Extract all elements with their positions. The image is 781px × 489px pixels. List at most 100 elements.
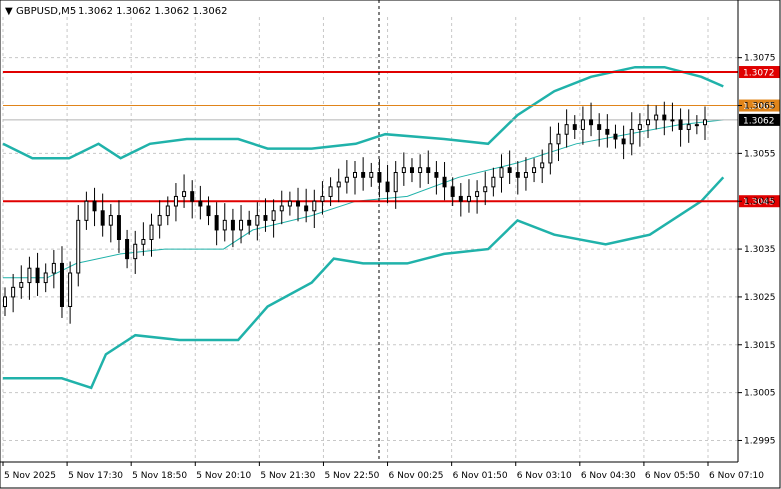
candle-body bbox=[247, 219, 252, 226]
y-tick-label: 1.2995 bbox=[744, 436, 776, 446]
level-label: 1.3072 bbox=[743, 69, 775, 79]
chart-background bbox=[0, 0, 781, 489]
candle-body bbox=[3, 296, 7, 307]
price-chart[interactable]: 1.30721.30651.30621.3045 1.30751.30651.3… bbox=[0, 0, 781, 489]
candle-body bbox=[548, 143, 553, 164]
candle-body bbox=[230, 219, 235, 231]
candle-body bbox=[100, 210, 105, 226]
candle-body bbox=[621, 138, 626, 145]
candle-body bbox=[466, 195, 471, 202]
candle-body bbox=[328, 186, 333, 197]
candle-body bbox=[523, 172, 528, 178]
candle-body bbox=[662, 114, 667, 121]
candle-body bbox=[182, 191, 187, 197]
candle-body bbox=[686, 124, 691, 130]
candle-body bbox=[442, 176, 447, 188]
candle-body bbox=[369, 172, 374, 178]
x-tick-label: 6 Nov 07:10 bbox=[709, 471, 764, 481]
candle-body bbox=[157, 215, 162, 226]
candle-body bbox=[296, 200, 301, 207]
candle-body bbox=[149, 224, 154, 240]
x-tick-label: 6 Nov 04:30 bbox=[581, 471, 636, 481]
candle-body bbox=[312, 200, 317, 212]
candle-body bbox=[76, 219, 81, 274]
header-arrow-icon: ▼ bbox=[5, 6, 13, 17]
x-tick-label: 6 Nov 00:25 bbox=[389, 471, 444, 481]
y-tick-label: 1.3055 bbox=[744, 149, 776, 159]
candle-body bbox=[116, 215, 121, 241]
candle-body bbox=[385, 181, 390, 193]
candle-body bbox=[572, 124, 577, 130]
x-tick-label: 5 Nov 22:50 bbox=[324, 471, 379, 481]
ohlc-values: 1.3062 1.3062 1.3062 1.3062 bbox=[78, 6, 228, 17]
candle-body bbox=[304, 205, 309, 212]
candle-body bbox=[393, 172, 398, 193]
candle-body bbox=[165, 205, 170, 217]
candle-body bbox=[11, 286, 16, 298]
candle-body bbox=[613, 133, 618, 140]
candle-body bbox=[320, 195, 325, 202]
candle-body bbox=[27, 267, 32, 284]
candle-body bbox=[694, 124, 699, 127]
candle-body bbox=[141, 239, 146, 245]
y-tick-label: 1.3015 bbox=[744, 341, 776, 351]
x-tick-label: 5 Nov 18:50 bbox=[132, 471, 187, 481]
x-tick-label: 6 Nov 03:10 bbox=[517, 471, 572, 481]
x-tick-label: 6 Nov 01:50 bbox=[453, 471, 508, 481]
candle-body bbox=[353, 172, 357, 178]
candle-body bbox=[108, 215, 113, 226]
candle-body bbox=[646, 119, 651, 126]
candle-body bbox=[198, 200, 203, 207]
candle-body bbox=[564, 124, 569, 135]
candle-body bbox=[68, 272, 73, 307]
x-tick-label: 5 Nov 2025 bbox=[4, 471, 56, 481]
candle-body bbox=[409, 167, 414, 174]
candle-body bbox=[206, 205, 211, 217]
candle-body bbox=[597, 124, 602, 130]
candle-body bbox=[458, 195, 463, 202]
candle-body bbox=[377, 172, 382, 183]
candle-body bbox=[483, 186, 488, 193]
candle-body bbox=[589, 119, 594, 126]
candle-body bbox=[703, 119, 707, 126]
candle-body bbox=[51, 262, 56, 274]
candle-body bbox=[499, 167, 504, 178]
candle-body bbox=[426, 167, 431, 174]
candle-body bbox=[35, 267, 40, 284]
y-tick-label: 1.3045 bbox=[744, 197, 776, 207]
candle-body bbox=[434, 172, 439, 178]
candle-body bbox=[670, 119, 675, 122]
candle-body bbox=[580, 119, 585, 130]
y-tick-label: 1.3025 bbox=[744, 293, 776, 303]
candle-body bbox=[173, 195, 178, 207]
x-tick-label: 6 Nov 05:50 bbox=[645, 471, 700, 481]
y-tick-label: 1.3005 bbox=[744, 389, 776, 399]
candle-body bbox=[43, 272, 48, 284]
candle-body bbox=[637, 124, 642, 130]
candle-body bbox=[475, 191, 480, 197]
candle-body bbox=[214, 215, 219, 231]
candle-body bbox=[279, 205, 284, 212]
candle-body bbox=[532, 167, 537, 174]
candle-body bbox=[271, 210, 276, 221]
x-tick-label: 5 Nov 20:10 bbox=[196, 471, 251, 481]
candle-body bbox=[190, 191, 195, 202]
candle-body bbox=[255, 215, 260, 226]
symbol-label: GBPUSD,M5 bbox=[16, 6, 76, 17]
candle-body bbox=[59, 262, 64, 307]
candle-body bbox=[418, 167, 423, 174]
candle-body bbox=[263, 215, 268, 221]
candle-body bbox=[678, 119, 683, 130]
x-tick-label: 5 Nov 17:30 bbox=[68, 471, 123, 481]
candle-body bbox=[629, 128, 634, 145]
candle-body bbox=[84, 200, 89, 221]
candle-body bbox=[515, 172, 520, 178]
candle-body bbox=[361, 172, 366, 178]
candle-body bbox=[556, 133, 561, 145]
candle-body bbox=[239, 219, 244, 231]
candle-body bbox=[507, 167, 512, 174]
candle-body bbox=[450, 186, 455, 197]
x-tick-label: 5 Nov 21:30 bbox=[260, 471, 315, 481]
candle-body bbox=[222, 219, 227, 231]
candle-body bbox=[654, 114, 659, 121]
